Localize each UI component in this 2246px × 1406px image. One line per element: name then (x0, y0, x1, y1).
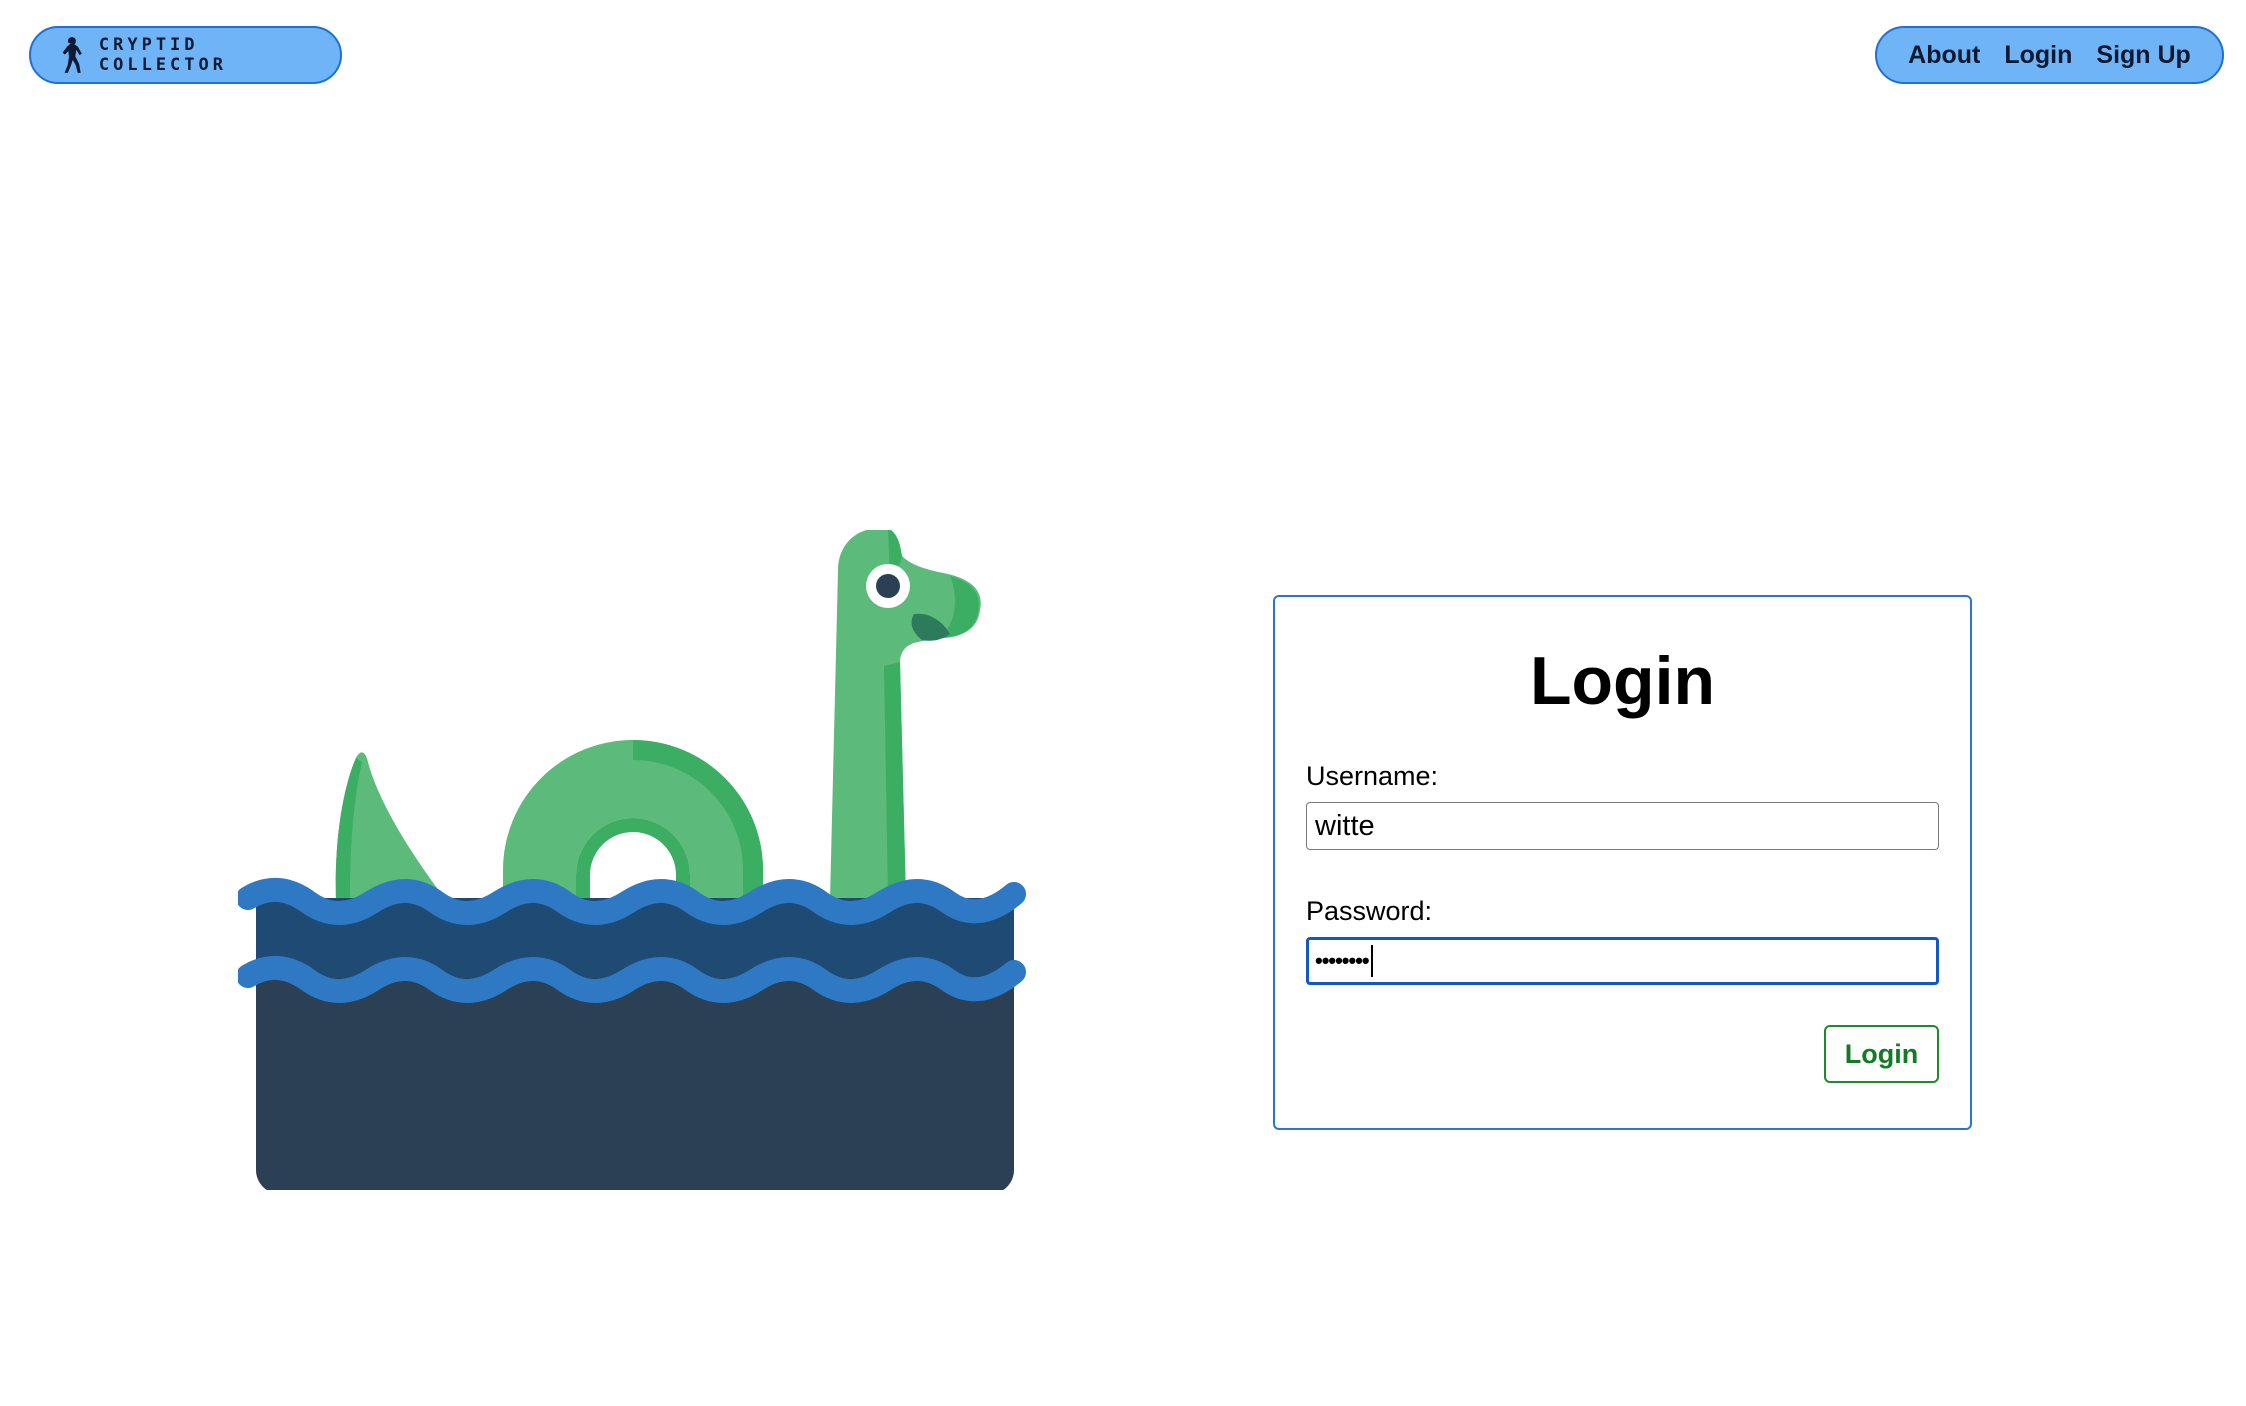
monster-tail (335, 752, 446, 900)
top-nav: About Login Sign Up (1875, 26, 2224, 84)
monster-neck-head (830, 530, 981, 900)
water (238, 877, 1026, 1190)
password-input[interactable]: •••••••• (1306, 937, 1939, 985)
nav-login-link[interactable]: Login (2004, 41, 2072, 70)
username-value: witte (1315, 809, 1375, 842)
form-actions: Login (1306, 1025, 1939, 1083)
text-caret (1370, 945, 1373, 977)
username-input[interactable]: witte (1306, 802, 1939, 850)
page: CRYPTID COLLECTOR About Login Sign Up Lo… (0, 0, 2246, 1406)
username-label: Username: (1306, 761, 1439, 791)
loch-ness-monster-icon (238, 530, 1026, 1190)
login-submit-button[interactable]: Login (1824, 1025, 1939, 1083)
login-title: Login (1529, 643, 1716, 719)
brand-title: CRYPTID COLLECTOR (98, 35, 227, 75)
login-form: Login Username: witte Password: ••••••••… (1273, 595, 1972, 1130)
bigfoot-icon (62, 37, 82, 73)
brand-home-link[interactable]: CRYPTID COLLECTOR (29, 26, 342, 84)
nav-signup-link[interactable]: Sign Up (2096, 41, 2190, 70)
monster-hump (503, 740, 763, 900)
nav-about-link[interactable]: About (1908, 41, 1980, 70)
password-masked-value: •••••••• (1315, 948, 1370, 973)
password-label: Password: (1306, 896, 1433, 926)
